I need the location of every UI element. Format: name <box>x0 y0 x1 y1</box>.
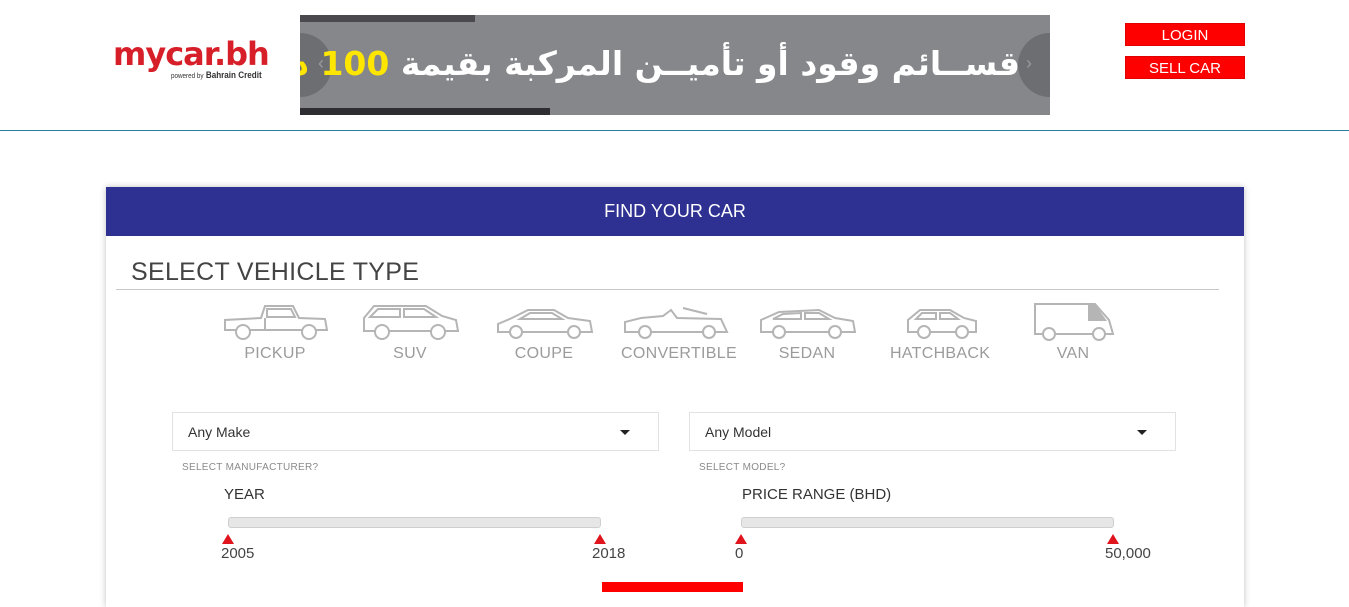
section-title: SELECT VEHICLE TYPE <box>131 258 420 286</box>
pickup-icon <box>224 305 329 340</box>
promo-banner[interactable]: ‹ قســائم وقود أو تأميــن المركبة بقيمة … <box>300 15 1050 115</box>
banner-next-button[interactable]: › <box>1018 33 1050 97</box>
price-min-handle[interactable] <box>735 534 747 544</box>
banner-text: قســائم وقود أو تأميــن المركبة بقيمة 10… <box>300 44 1020 83</box>
vehicle-type-coupe[interactable]: COUPE <box>494 300 594 363</box>
price-max-handle[interactable] <box>1107 534 1119 544</box>
vehicle-type-hatchback[interactable]: HATCHBACK <box>890 300 990 363</box>
price-max-value: 50,000 <box>1105 545 1151 562</box>
vehicle-type-label: COUPE <box>514 345 574 362</box>
suv-icon <box>363 305 460 340</box>
sell-car-button[interactable]: SELL CAR <box>1125 56 1245 79</box>
price-min-value: 0 <box>735 545 744 562</box>
site-logo[interactable]: mycar.bh powered by Bahrain Credit <box>113 38 288 88</box>
year-range-title: YEAR <box>224 486 265 503</box>
find-car-panel: FIND YOUR CAR SELECT VEHICLE TYPE PICKUP <box>106 187 1244 607</box>
price-range-title: PRICE RANGE (BHD) <box>742 486 892 503</box>
vehicle-type-suv[interactable]: SUV <box>360 300 460 363</box>
caret-down-icon <box>1137 430 1147 435</box>
vehicle-type-label: CONVERTIBLE <box>621 345 737 362</box>
year-min-handle[interactable] <box>222 534 234 544</box>
section-divider <box>116 289 1219 290</box>
search-button[interactable] <box>602 582 743 592</box>
make-select-value: Any Make <box>188 424 251 440</box>
make-select[interactable]: Any Make <box>172 412 659 451</box>
hatchback-icon <box>907 309 977 339</box>
banner-progress-bottom <box>300 108 550 115</box>
vehicle-type-label: SEDAN <box>778 345 836 362</box>
make-hint: SELECT MANUFACTURER? <box>182 462 319 473</box>
logo-tagline: powered by Bahrain Credit <box>171 70 262 80</box>
model-hint: SELECT MODEL? <box>699 462 786 473</box>
site-header: mycar.bh powered by Bahrain Credit ‹ قسـ… <box>0 0 1349 131</box>
caret-down-icon <box>620 430 630 435</box>
year-range-track[interactable] <box>228 517 601 528</box>
find-car-header: FIND YOUR CAR <box>106 187 1244 236</box>
chevron-right-icon: › <box>1026 53 1032 73</box>
sedan-icon <box>760 308 857 339</box>
price-range-track[interactable] <box>741 517 1114 528</box>
vehicle-type-van[interactable]: VAN <box>1023 300 1123 363</box>
year-min-value: 2005 <box>221 545 255 562</box>
convertible-icon <box>624 307 729 339</box>
vehicle-type-label: PICKUP <box>244 345 306 362</box>
vehicle-type-sedan[interactable]: SEDAN <box>757 300 857 363</box>
year-max-handle[interactable] <box>594 534 606 544</box>
model-select-value: Any Model <box>705 424 772 440</box>
model-select[interactable]: Any Model <box>689 412 1176 451</box>
vehicle-type-convertible[interactable]: CONVERTIBLE <box>621 300 737 363</box>
year-max-value: 2018 <box>592 545 626 562</box>
banner-progress-top <box>300 15 475 22</box>
login-button[interactable]: LOGIN <box>1125 23 1245 46</box>
coupe-icon <box>497 309 594 339</box>
vehicle-type-label: HATCHBACK <box>890 345 991 362</box>
logo-wordmark: mycar.bh <box>113 35 270 73</box>
vehicle-type-pickup[interactable]: PICKUP <box>221 300 329 363</box>
vehicle-type-label: VAN <box>1056 345 1090 362</box>
van-icon <box>1034 303 1115 341</box>
vehicle-type-label: SUV <box>393 345 427 362</box>
